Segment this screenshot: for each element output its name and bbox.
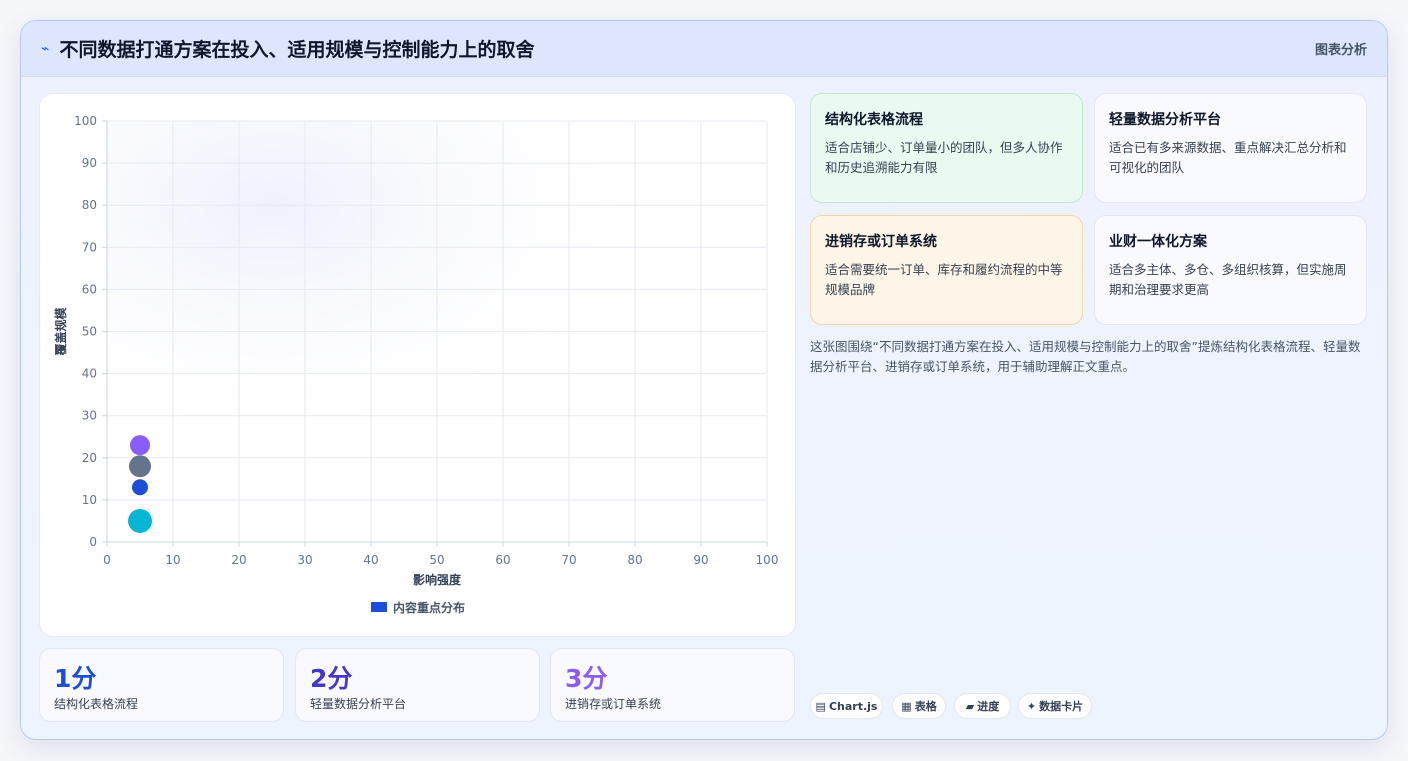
x-tick-label: 30 (297, 553, 312, 567)
card-light-analytics: 轻量数据分析平台 适合已有多来源数据、重点解决汇总分析和可视化的团队 (1094, 93, 1367, 203)
card-desc: 适合店铺少、订单量小的团队，但多人协作和历史追溯能力有限 (825, 140, 1063, 175)
card-desc: 适合需要统一订单、库存和履约流程的中等规模品牌 (825, 262, 1063, 297)
chip-label: 进度 (977, 700, 1000, 713)
x-tick-label: 100 (756, 553, 779, 567)
x-tick-label: 20 (231, 553, 246, 567)
stat-card-3: 3分 进销存或订单系统 (550, 648, 795, 722)
dashboard-frame: ⌁ 不同数据打通方案在投入、适用规模与控制能力上的取舍 图表分析 0 10 20 30… (20, 20, 1388, 740)
chart-analysis-label: 图表分析 (1314, 43, 1367, 58)
y-tick-label: 90 (82, 156, 97, 170)
lightning-icon: ⌁ (41, 40, 50, 57)
chip-label: 数据卡片 (1039, 700, 1084, 713)
table-icon: ▦ (901, 699, 912, 713)
x-tick-label: 60 (495, 553, 510, 567)
chip-label: 表格 (914, 700, 937, 713)
stat-label: 轻量数据分析平台 (310, 697, 407, 711)
x-tick-label: 50 (429, 553, 444, 567)
y-tick-label: 50 (82, 325, 97, 339)
chip-label: Chart.js (828, 699, 878, 713)
chip-data-cards[interactable]: ✦ 数据卡片 (1018, 693, 1092, 719)
card-title: 结构化表格流程 (825, 112, 923, 128)
x-tick-label: 10 (165, 553, 180, 567)
chart-description: 这张图围绕“不同数据打通方案在投入、适用规模与控制能力上的取舍”提炼结构化表格流… (810, 339, 1361, 374)
y-tick-label: 80 (82, 198, 97, 212)
page-title: 不同数据打通方案在投入、适用规模与控制能力上的取舍 (59, 39, 535, 61)
x-axis-title: 影响强度 (413, 572, 462, 587)
y-axis-title: 覆盖规模 (53, 307, 68, 357)
data-point (129, 455, 151, 478)
x-tick-label: 70 (561, 553, 576, 567)
y-tick-label: 70 (82, 240, 97, 254)
x-tick-label: 40 (363, 553, 378, 567)
chip-progress[interactable]: ▰ 进度 (954, 693, 1011, 719)
y-tick-label: 60 (82, 282, 97, 296)
x-tick-label: 80 (627, 553, 642, 567)
stat-label: 进销存或订单系统 (565, 697, 662, 711)
card-title: 业财一体化方案 (1109, 234, 1207, 250)
x-tick-label: 0 (103, 553, 111, 567)
sparkle-icon: ✦ (1026, 699, 1037, 713)
data-point (130, 435, 150, 456)
card-structured-table: 结构化表格流程 适合店铺少、订单量小的团队，但多人协作和历史追溯能力有限 (810, 93, 1083, 203)
stat-card-2: 2分 轻量数据分析平台 (295, 648, 540, 722)
y-tick-label: 20 (82, 451, 97, 465)
y-tick-label: 100 (74, 114, 97, 128)
data-point (128, 508, 152, 533)
legend-label: 内容重点分布 (393, 600, 465, 615)
header: ⌁ 不同数据打通方案在投入、适用规模与控制能力上的取舍 图表分析 (21, 21, 1387, 77)
stat-card-1: 1分 结构化表格流程 (39, 648, 284, 722)
progress-icon: ▰ (965, 699, 975, 713)
y-tick-label: 0 (89, 535, 97, 549)
stat-label: 结构化表格流程 (54, 697, 139, 711)
chart-card: 0 10 20 30 40 50 60 70 80 90 100 0 10 20 30 40 50 60 70 80 9… (39, 93, 796, 637)
stat-value: 3分 (565, 664, 608, 693)
y-tick-label: 40 (82, 367, 97, 381)
legend-swatch (371, 602, 387, 612)
chip-chartjs[interactable]: ▤ Chart.js (810, 693, 883, 719)
scatter-chart: 0 10 20 30 40 50 60 70 80 90 100 0 10 20 30 40 50 60 70 80 9… (53, 114, 779, 615)
card-finance-integration: 业财一体化方案 适合多主体、多仓、多组织核算，但实施周期和治理要求更高 (1094, 215, 1367, 325)
data-point (132, 479, 148, 496)
card-desc: 适合多主体、多仓、多组织核算，但实施周期和治理要求更高 (1109, 262, 1347, 297)
card-inventory-system: 进销存或订单系统 适合需要统一订单、库存和履约流程的中等规模品牌 (810, 215, 1083, 325)
card-title: 轻量数据分析平台 (1109, 112, 1221, 128)
y-tick-label: 10 (82, 493, 97, 507)
chart-icon: ▤ (815, 699, 826, 713)
card-title: 进销存或订单系统 (825, 234, 937, 250)
x-tick-label: 90 (693, 553, 708, 567)
y-tick-label: 30 (82, 409, 97, 423)
stat-value: 1分 (54, 664, 97, 693)
card-desc: 适合已有多来源数据、重点解决汇总分析和可视化的团队 (1109, 140, 1347, 175)
stat-value: 2分 (310, 664, 353, 693)
chip-table[interactable]: ▦ 表格 (892, 693, 946, 719)
